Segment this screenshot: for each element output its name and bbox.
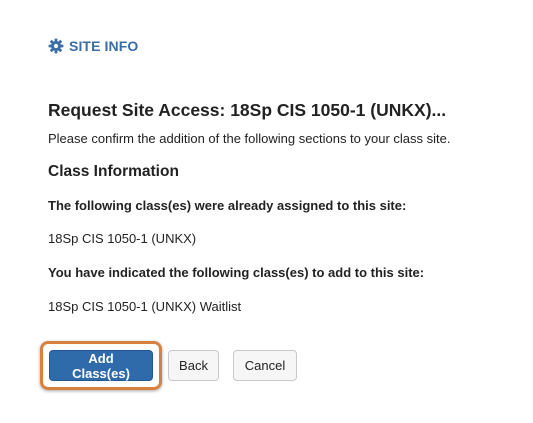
cancel-button[interactable]: Cancel [233, 350, 297, 381]
class-to-add-item: 18Sp CIS 1050-1 (UNKX) Waitlist [48, 299, 242, 314]
page-title: Request Site Access: 18Sp CIS 1050-1 (UN… [48, 100, 447, 120]
gear-icon [48, 38, 64, 54]
add-classes-button[interactable]: Add Class(es) [49, 350, 153, 381]
assigned-classes-label: The following class(es) were already ass… [48, 198, 407, 213]
assigned-class-item: 18Sp CIS 1050-1 (UNKX) [48, 231, 197, 246]
tool-title: SITE INFO [69, 38, 139, 54]
classes-to-add-label: You have indicated the following class(e… [48, 265, 425, 280]
back-button[interactable]: Back [168, 350, 219, 381]
site-info-page: SITE INFO Request Site Access: 18Sp CIS … [0, 0, 533, 423]
tool-header: SITE INFO [48, 38, 138, 54]
class-information-heading: Class Information [48, 163, 179, 180]
instructions-text: Please confirm the addition of the follo… [48, 131, 451, 146]
